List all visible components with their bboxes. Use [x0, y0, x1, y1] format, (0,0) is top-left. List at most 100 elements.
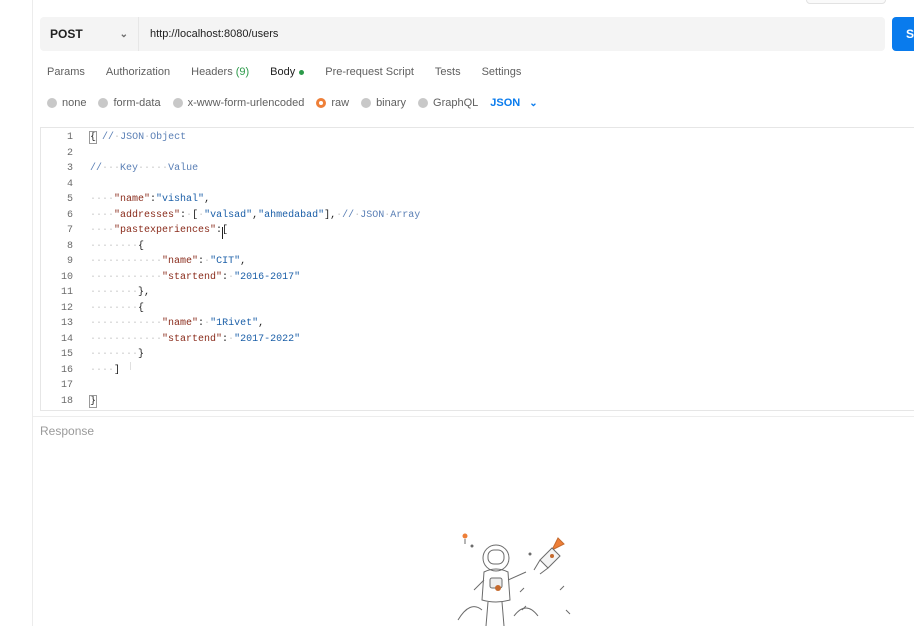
line-number: 1: [66, 132, 73, 144]
tab-label: Authorization: [105, 66, 171, 78]
radio-label: GraphQL: [433, 97, 479, 109]
code-line: 8 ········{: [41, 239, 914, 255]
radio-selected-icon[interactable]: [316, 98, 327, 108]
url-input[interactable]: http://localhost:8080/users: [139, 17, 885, 51]
chevron-down-icon: ⌄: [529, 97, 538, 109]
code-line: 6 ····"addresses":·[·"valsad","ahmedabad…: [41, 208, 914, 224]
code-text: ············"startend":·"2016-2017": [90, 271, 301, 283]
text-cursor: [222, 227, 223, 239]
code-line: 4: [41, 177, 914, 193]
line-number: 12: [60, 302, 73, 314]
tab-label: Params: [47, 66, 85, 78]
line-number: 7: [66, 225, 73, 237]
code-text: ········},: [90, 287, 151, 299]
tab-body[interactable]: Body: [270, 62, 305, 82]
radio-icon[interactable]: [361, 98, 372, 108]
line-number: 13: [60, 318, 73, 330]
radio-label: x-www-form-urlencoded: [187, 97, 305, 109]
radio-label: form-data: [113, 97, 161, 109]
code-line: 18 }: [41, 394, 914, 410]
astronaut-illustration-icon: [457, 533, 571, 626]
line-number: 8: [66, 240, 73, 252]
tab-label: Pre-request Script: [325, 66, 414, 78]
code-text: //···Key·····Value: [90, 163, 199, 175]
tab-label: Headers: [191, 66, 233, 78]
modified-dot-icon: [299, 69, 305, 75]
code-text: ········}: [90, 349, 145, 361]
tab-params[interactable]: Params: [47, 62, 85, 82]
send-button[interactable]: S: [892, 17, 914, 51]
line-number: 16: [60, 364, 73, 376]
line-number: 4: [66, 178, 73, 190]
format-label: JSON: [490, 97, 521, 109]
line-number: 3: [66, 163, 73, 175]
code-text: ········{: [90, 240, 145, 252]
format-select[interactable]: JSON ⌄: [490, 97, 537, 109]
radio-icon[interactable]: [98, 98, 109, 108]
code-text: ····"name":"vishal",: [90, 194, 211, 206]
line-number: 15: [60, 349, 73, 361]
code-line: 1 { //·JSON·Object: [41, 130, 914, 146]
code-text: }: [88, 394, 98, 408]
code-line: 9 ············"name":·"CIT",: [41, 254, 914, 270]
line-number: 11: [60, 287, 73, 299]
radio-icon[interactable]: [47, 98, 57, 108]
headers-count: (9): [235, 66, 250, 78]
tab-headers[interactable]: Headers (9): [191, 62, 249, 82]
code-line: 16 ····]: [41, 363, 914, 379]
code-line: 12 ········{: [41, 301, 914, 317]
tab-settings[interactable]: Settings: [482, 62, 522, 82]
radio-label: none: [62, 97, 87, 109]
radio-label: raw: [331, 97, 350, 109]
radio-urlencoded[interactable]: x-www-form-urlencoded: [172, 97, 305, 109]
code-text: ········{: [90, 302, 145, 314]
line-number: 14: [60, 333, 73, 345]
code-text: ····"pastexperiences":[: [90, 225, 228, 237]
code-line: 5 ····"name":"vishal",: [41, 192, 914, 208]
tab-pre-request-script[interactable]: Pre-request Script: [325, 62, 414, 82]
line-number: 5: [66, 194, 73, 206]
top-strip: [33, 0, 914, 8]
method-select[interactable]: POST ⌄: [40, 17, 139, 51]
line-number: 17: [60, 380, 73, 392]
code-line: 10 ············"startend":·"2016-2017": [41, 270, 914, 286]
radio-form-data[interactable]: form-data: [98, 97, 161, 109]
line-number: 2: [66, 147, 73, 159]
code-text: { //·JSON·Object: [88, 131, 187, 145]
code-line: 11 ········},: [41, 285, 914, 301]
chevron-down-icon: ⌄: [119, 28, 128, 40]
top-toolbar-button[interactable]: [806, 0, 886, 4]
body-type-options: none form-data x-www-form-urlencoded raw…: [47, 94, 538, 112]
tab-label: Settings: [481, 66, 522, 78]
radio-label: binary: [376, 97, 407, 109]
code-text: ············"name":·"1Rivet",: [90, 318, 265, 330]
code-line: 3 //···Key·····Value: [41, 161, 914, 177]
tab-tests[interactable]: Tests: [435, 62, 461, 82]
radio-icon[interactable]: [418, 98, 429, 108]
radio-none[interactable]: none: [47, 97, 86, 109]
line-number: 6: [66, 209, 73, 221]
method-label: POST: [50, 27, 83, 41]
code-text: ············"name":·"CIT",: [90, 256, 247, 268]
code-line: 2: [41, 146, 914, 162]
tab-label: Tests: [434, 66, 461, 78]
code-line: 17: [41, 378, 914, 394]
code-line: 7 ····"pastexperiences":[: [41, 223, 914, 239]
tab-authorization[interactable]: Authorization: [106, 62, 170, 82]
radio-raw[interactable]: raw: [316, 97, 349, 109]
request-tabs: Params Authorization Headers (9) Body Pre…: [47, 62, 542, 84]
left-sidebar-edge: [0, 0, 33, 626]
response-label: Response: [40, 424, 95, 438]
radio-graphql[interactable]: GraphQL: [418, 97, 478, 109]
body-editor[interactable]: 1 { //·JSON·Object 2 3 //···Key·····Valu…: [40, 127, 914, 411]
code-line: 13 ············"name":·"1Rivet",: [41, 316, 914, 332]
line-number: 10: [60, 271, 73, 283]
radio-icon[interactable]: [172, 98, 183, 108]
line-number: 18: [60, 395, 73, 407]
line-number: 9: [66, 256, 73, 268]
radio-binary[interactable]: binary: [361, 97, 406, 109]
code-text: ············"startend":·"2017-2022": [90, 333, 301, 345]
code-line: 14 ············"startend":·"2017-2022": [41, 332, 914, 348]
tab-label: Body: [270, 66, 296, 78]
code-line: 15 ········}: [41, 347, 914, 363]
